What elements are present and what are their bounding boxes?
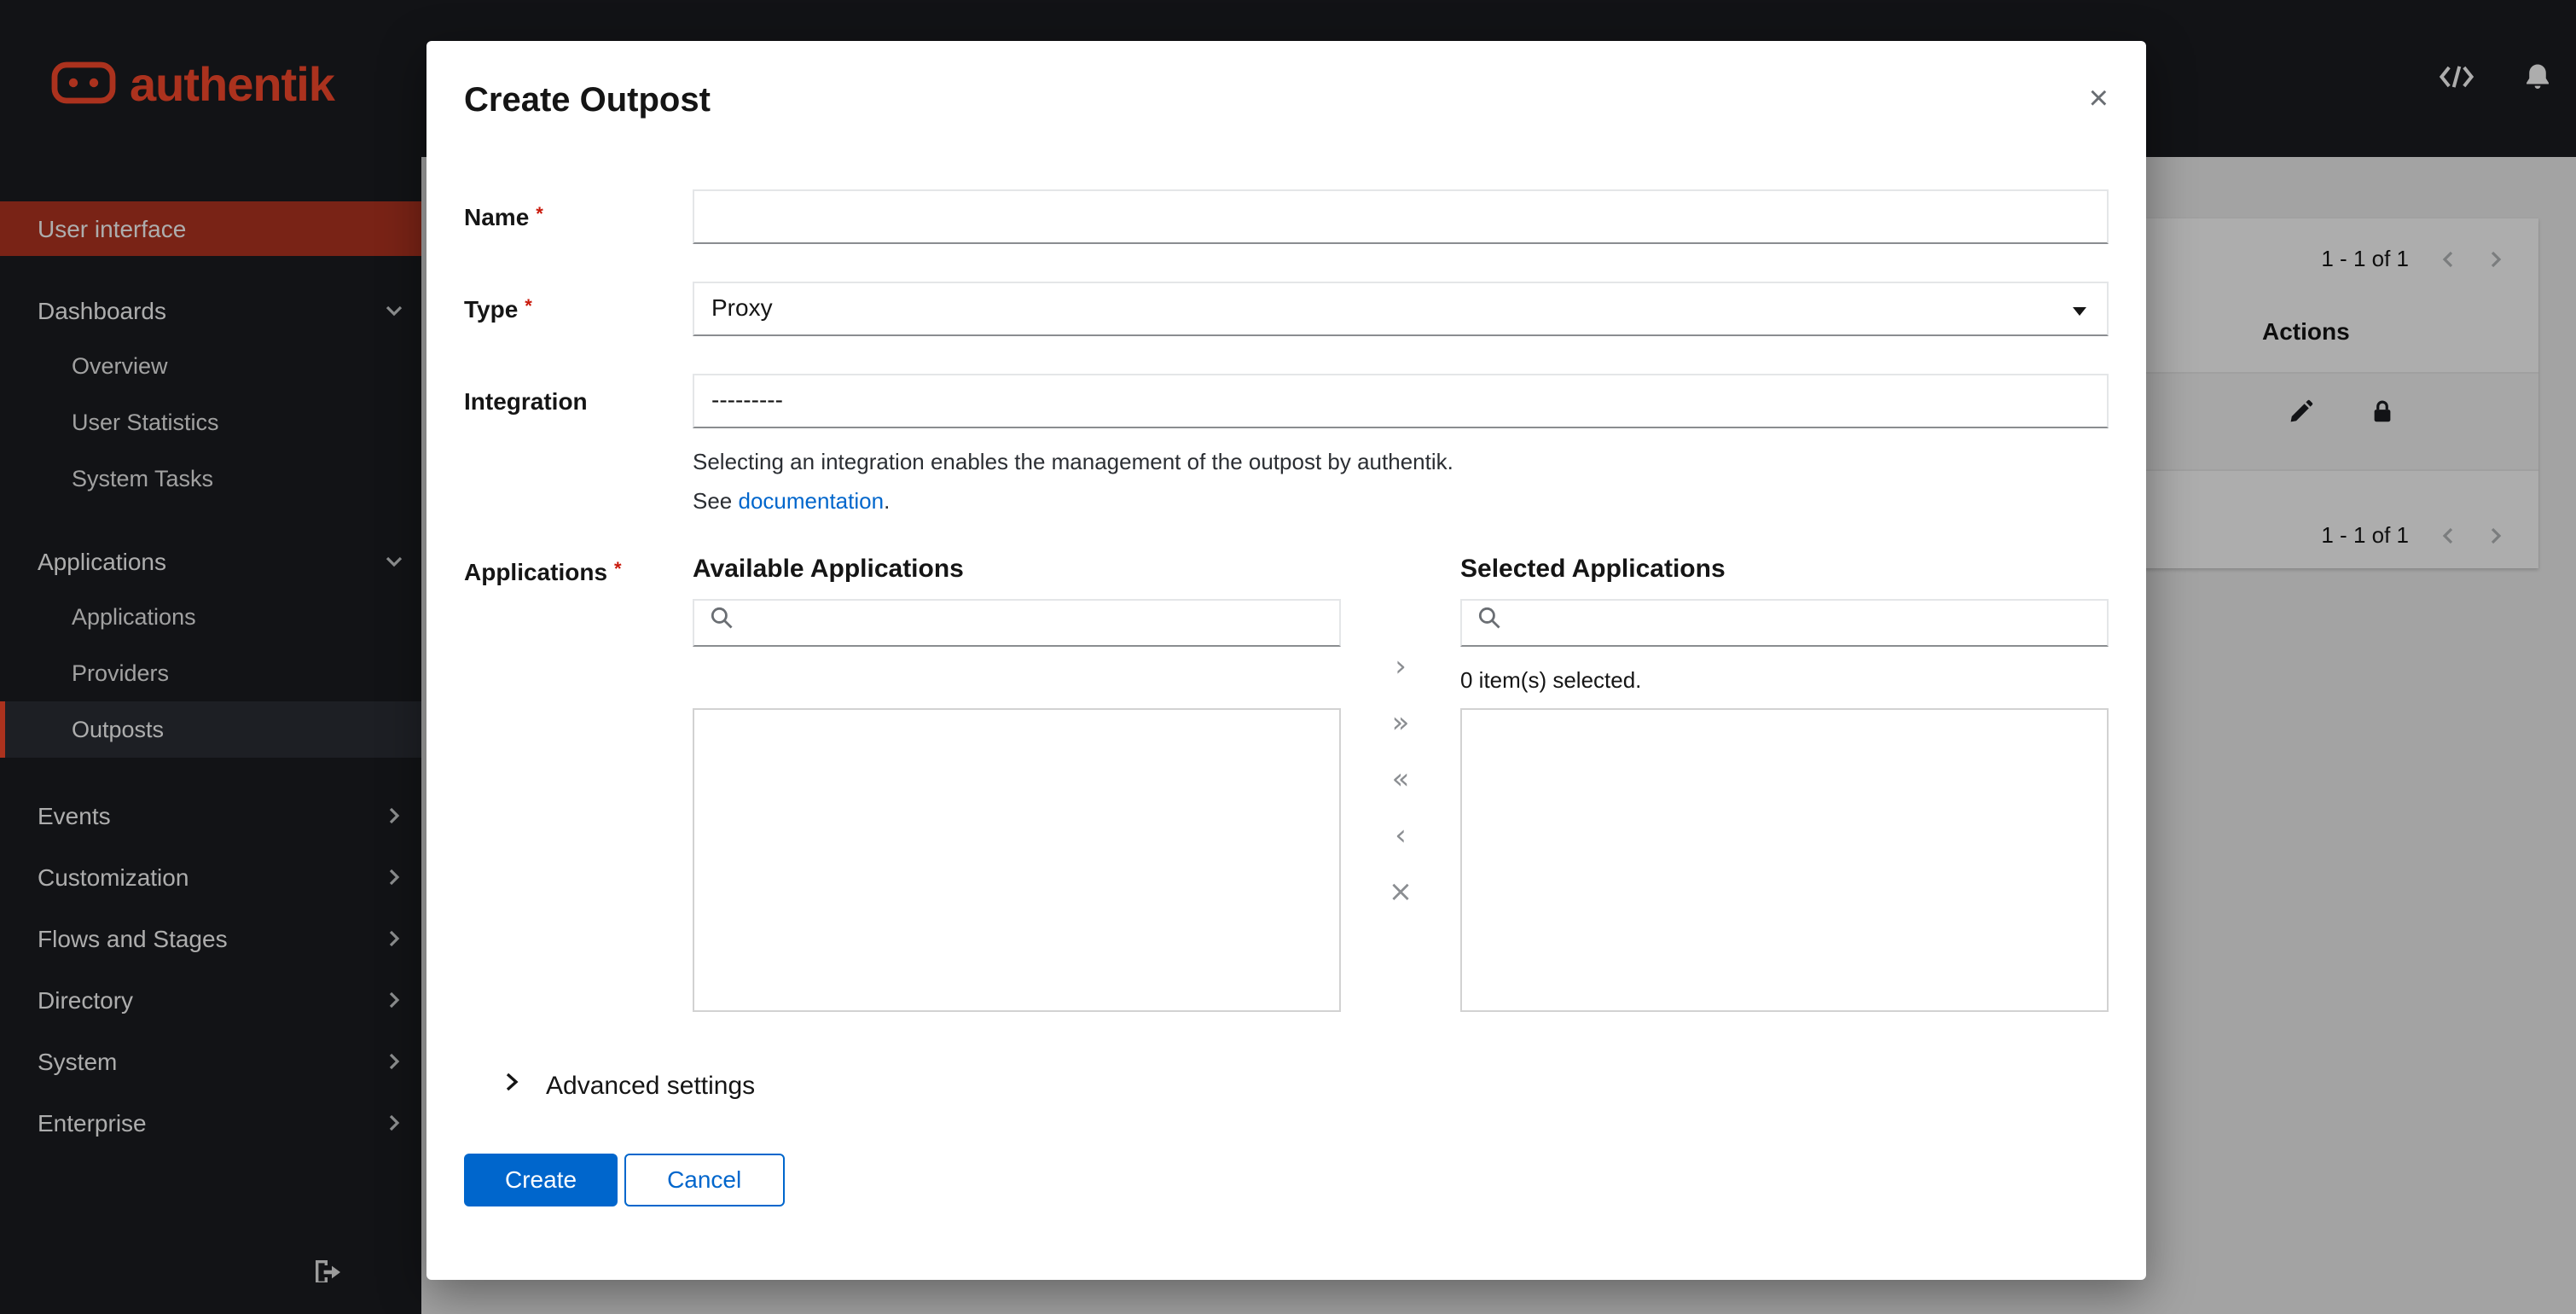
integration-select-value: --------- — [711, 386, 783, 413]
remove-selected-icon[interactable]: ‹ — [1395, 819, 1407, 853]
selected-applications-title: Selected Applications — [1460, 554, 1726, 584]
selected-applications-panel: Selected Applications 0 item(s) selected… — [1460, 555, 2109, 1012]
applications-label: Applications * — [464, 557, 622, 585]
advanced-settings-toggle[interactable]: Advanced settings — [464, 1070, 2109, 1102]
search-icon — [1477, 607, 1501, 639]
search-icon — [710, 607, 734, 639]
available-search-box — [693, 598, 1341, 647]
available-search-input[interactable] — [746, 608, 1324, 637]
required-marker: * — [536, 205, 543, 225]
screen: 1 - 1 of 1 Actions 1 - 1 of 1 authentik … — [0, 0, 2576, 1314]
integration-field-row: Integration --------- Selecting an integ… — [464, 374, 2109, 517]
selected-search-box — [1460, 598, 2109, 647]
create-button[interactable]: Create — [464, 1153, 618, 1206]
available-applications-listbox[interactable] — [693, 707, 1341, 1012]
available-applications-panel: Available Applications — [693, 555, 1341, 1012]
clear-selection-icon[interactable]: × — [1389, 875, 1413, 910]
modal-footer: Create Cancel — [464, 1153, 2109, 1206]
add-all-icon[interactable]: » — [1392, 706, 1410, 741]
modal-title: Create Outpost — [464, 82, 711, 119]
integration-label: Integration — [464, 387, 588, 415]
available-applications-title: Available Applications — [693, 554, 964, 584]
transfer-controls: › » « ‹ × — [1341, 555, 1460, 1012]
type-select[interactable]: Proxy — [693, 282, 2109, 336]
advanced-settings-label: Advanced settings — [546, 1071, 756, 1101]
available-status-spacer — [693, 667, 1341, 695]
name-label: Name * — [464, 203, 543, 230]
caret-down-icon — [2073, 307, 2086, 316]
integration-help-link-line: See documentation. — [693, 487, 891, 514]
documentation-link[interactable]: documentation — [739, 488, 885, 514]
applications-field-row: Applications * Available Applications › … — [464, 555, 2109, 1012]
type-select-value: Proxy — [711, 294, 773, 321]
name-field-row: Name * — [464, 189, 2109, 244]
required-marker: * — [614, 559, 622, 580]
integration-select[interactable]: --------- — [693, 374, 2109, 428]
chevron-right-icon — [502, 1070, 522, 1102]
close-icon[interactable]: × — [2089, 82, 2109, 116]
selected-search-input[interactable] — [1513, 608, 2092, 637]
type-field-row: Type * Proxy — [464, 282, 2109, 336]
add-selected-icon[interactable]: › — [1395, 650, 1407, 684]
required-marker: * — [525, 297, 532, 317]
selected-applications-listbox[interactable] — [1460, 707, 2109, 1012]
selected-count-status: 0 item(s) selected. — [1460, 666, 1642, 693]
create-outpost-modal: Create Outpost × Name * Type * Proxy Int… — [426, 41, 2146, 1280]
remove-all-icon[interactable]: « — [1392, 763, 1410, 797]
type-label: Type * — [464, 295, 532, 323]
cancel-button[interactable]: Cancel — [624, 1153, 785, 1206]
integration-help-text: Selecting an integration enables the man… — [693, 449, 1453, 474]
name-input[interactable] — [693, 189, 2109, 244]
